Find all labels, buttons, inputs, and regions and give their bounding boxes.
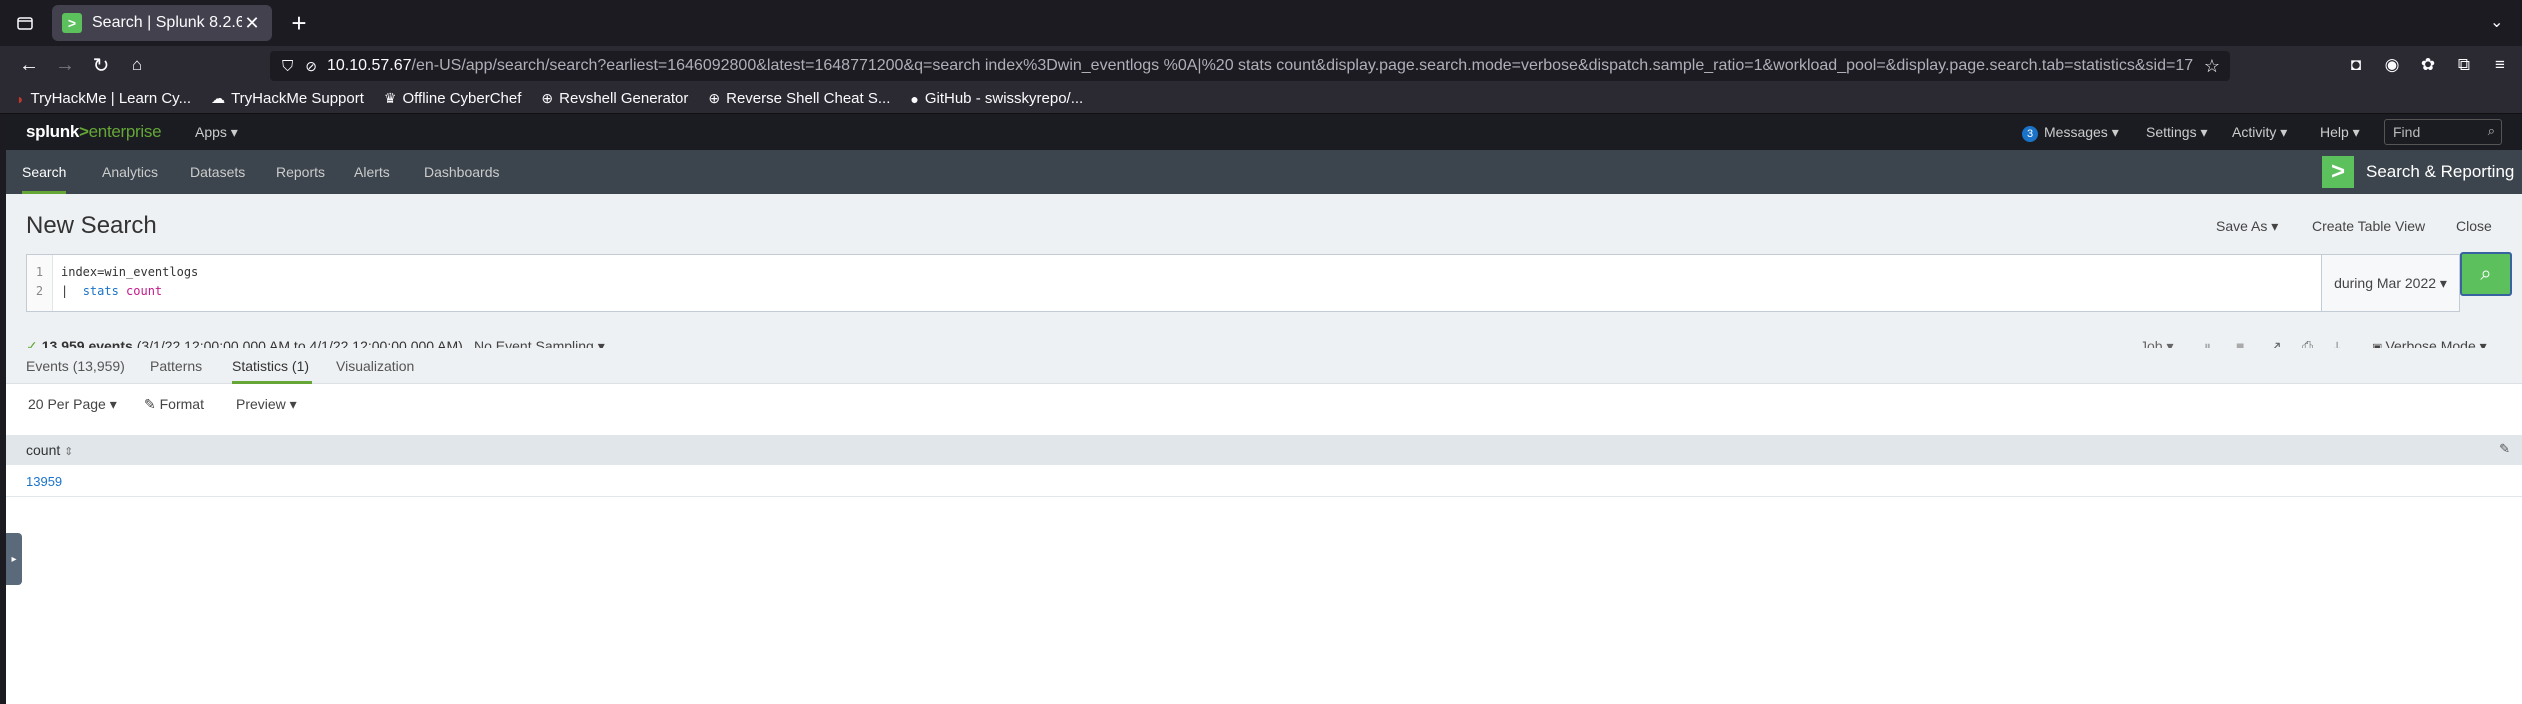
forward-arrow-icon[interactable]: → [52,52,78,78]
github-icon: ● [910,90,919,107]
sort-icon: ⇕ [64,446,74,458]
tab-events[interactable]: Events (13,959) [26,358,125,374]
bookmark-star-icon[interactable]: ☆ [2194,56,2230,77]
browser-nav-bar: ← → ↻ ⌂ ⛉ ⊘ 10.10.57.67/en-US/app/search… [0,46,2522,84]
url-bar[interactable]: ⛉ ⊘ 10.10.57.67/en-US/app/search/search?… [270,51,2230,81]
preview-dropdown[interactable]: Preview ▾ [236,396,297,413]
chef-icon: ♛ [383,90,397,106]
table-cell-count[interactable]: 13959 [26,474,62,489]
globe-icon: ⊕ [541,90,554,106]
close-button[interactable]: Close [2456,218,2492,234]
apps-menu[interactable]: Apps ▾ [195,124,238,141]
bookmark-tryhackme[interactable]: ◗ TryHackMe | Learn Cy... [16,90,191,107]
globe-icon: ⊕ [708,90,721,106]
bookmark-cyberchef[interactable]: ♛ Offline CyberChef [384,90,522,107]
per-page-dropdown[interactable]: 20 Per Page ▾ [28,396,117,413]
splunk-page: splunk>enterprise Apps ▾ 3 Messages ▾ Set… [6,114,2522,704]
messages-count-badge: 3 [2022,126,2038,142]
bookmark-revshell[interactable]: ⊕ Revshell Generator [541,90,688,107]
activity-menu[interactable]: Activity ▾ [2232,124,2287,141]
url-text[interactable]: 10.10.57.67/en-US/app/search/search?earl… [327,57,2194,75]
app-nav-analytics[interactable]: Analytics [102,164,158,180]
new-tab-icon[interactable]: + [284,8,314,38]
browser-tab-bar: > Search | Splunk 8.2.6 ✕ + ⌄ [0,0,2522,46]
tab-title: Search | Splunk 8.2.6 [92,14,242,31]
bookmark-github[interactable]: ● GitHub - swisskyrepo/... [910,90,1083,107]
table-header: count ⇕ ✎ [6,435,2522,465]
search-reporting-app-icon: > [2322,156,2354,188]
account-icon[interactable]: ◉ [2380,54,2404,76]
reload-icon[interactable]: ↻ [88,52,114,78]
tab-close-icon[interactable]: ✕ [242,13,262,34]
tab-statistics[interactable]: Statistics (1) [232,358,309,374]
search-icon: ⌕ [2480,262,2492,285]
messages-menu[interactable]: 3 Messages ▾ [2022,124,2119,142]
splunk-top-bar: splunk>enterprise Apps ▾ 3 Messages ▾ Set… [6,114,2522,150]
home-icon[interactable]: ⌂ [124,52,150,78]
app-nav-bar: Search Analytics Datasets Reports Alerts… [6,150,2522,194]
query-text[interactable]: index=win_eventlogs | stats count [61,263,198,301]
search-query-editor[interactable]: 12 index=win_eventlogs | stats count [26,254,2322,312]
help-menu[interactable]: Help ▾ [2320,124,2360,141]
app-nav-reports[interactable]: Reports [276,164,325,180]
extensions-puzzle-icon[interactable]: ⧉ [2452,54,2476,76]
splunk-logo[interactable]: splunk>enterprise [26,122,162,142]
time-range-picker[interactable]: during Mar 2022 ▾ [2322,254,2460,312]
app-nav-search[interactable]: Search [22,164,66,180]
bookmarks-bar: ◗ TryHackMe | Learn Cy... ☁ TryHackMe Supp… [0,84,2522,114]
back-arrow-icon[interactable]: ← [16,52,42,78]
find-input[interactable]: Find ⌕ [2384,119,2502,145]
table-row: 13959 [6,465,2522,497]
pocket-icon[interactable]: ◘ [2344,54,2368,76]
extension-cookie-icon[interactable]: ✿ [2416,54,2440,76]
app-nav-datasets[interactable]: Datasets [190,164,245,180]
format-button[interactable]: ✎ Format [144,396,204,413]
tab-visualization[interactable]: Visualization [336,358,414,374]
results-tabs: Events (13,959) Patterns Statistics (1) … [6,348,2522,384]
sidebar-expand-handle[interactable]: ▸ [6,533,22,585]
column-header-count[interactable]: count ⇕ [26,442,73,458]
browser-tab-splunk[interactable]: > Search | Splunk 8.2.6 ✕ [52,5,272,41]
tab-patterns[interactable]: Patterns [150,358,202,374]
tracking-shield-icon[interactable]: ⛉ [282,58,293,75]
app-nav-alerts[interactable]: Alerts [354,164,390,180]
bookmark-reverse-shell[interactable]: ⊕ Reverse Shell Cheat S... [708,90,890,107]
bookmark-tryhackme-support[interactable]: ☁ TryHackMe Support [211,90,364,107]
app-title[interactable]: > Search & Reporting [2322,156,2514,188]
table-controls: 20 Per Page ▾ ✎ Format Preview ▾ [6,384,2522,424]
page-title: New Search [26,212,157,239]
connection-icon[interactable]: ⊘ [305,58,317,75]
tab-list-icon[interactable] [12,10,38,36]
settings-menu[interactable]: Settings ▾ [2146,124,2208,141]
run-search-button[interactable]: ⌕ [2460,252,2512,296]
edit-pencil-icon[interactable]: ✎ [2499,441,2510,457]
save-as-button[interactable]: Save As ▾ [2216,218,2278,235]
app-nav-dashboards[interactable]: Dashboards [424,164,500,180]
create-table-view-button[interactable]: Create Table View [2312,218,2425,234]
cloud-icon: ☁ [211,90,226,106]
search-icon: ⌕ [2487,123,2495,138]
window-menu-chevron-icon[interactable]: ⌄ [2490,12,2503,32]
menu-hamburger-icon[interactable]: ≡ [2488,54,2512,76]
line-numbers: 12 [27,255,53,311]
pencil-icon: ✎ [144,396,160,412]
splunk-favicon-icon: > [62,13,82,33]
tryhackme-icon: ◗ [16,90,25,107]
